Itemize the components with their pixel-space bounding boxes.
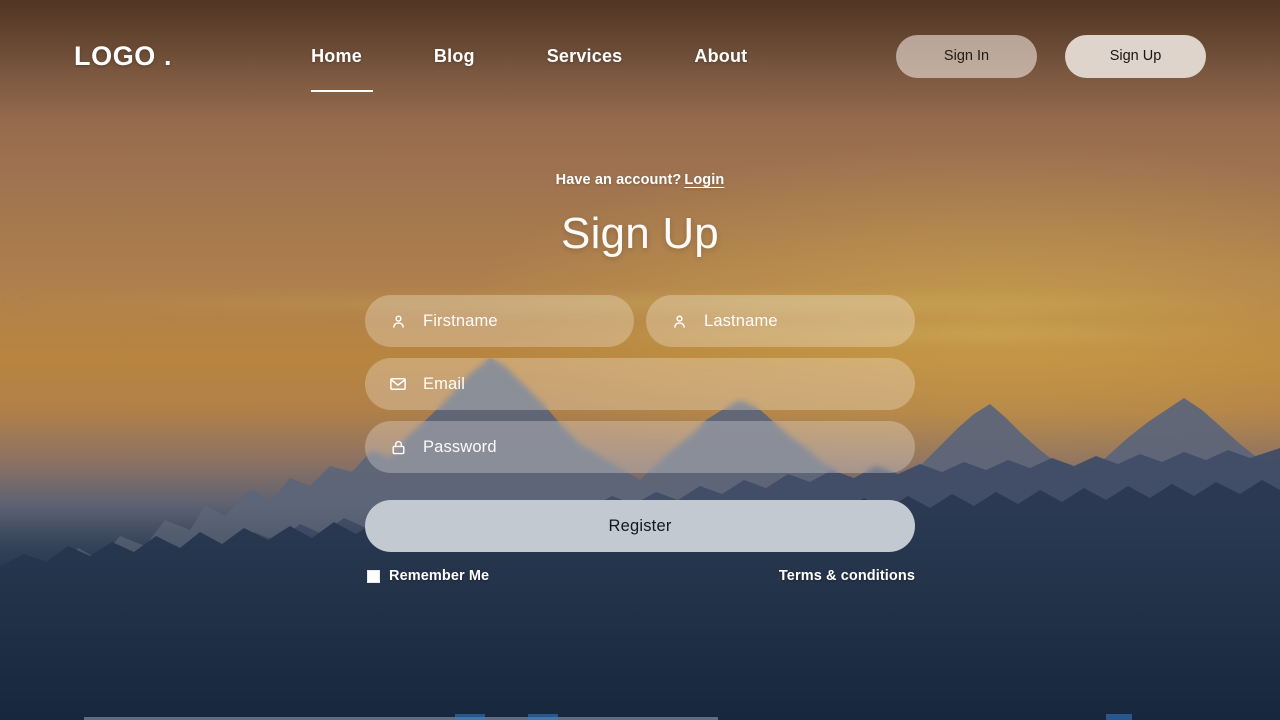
bottom-edge-chip xyxy=(455,714,485,720)
remember-me-control[interactable]: Remember Me xyxy=(367,568,489,584)
firstname-placeholder: Firstname xyxy=(423,311,498,330)
firstname-field[interactable]: Firstname xyxy=(365,295,634,347)
nav-item-about[interactable]: About xyxy=(658,46,783,67)
login-link[interactable]: Login xyxy=(684,172,724,188)
name-fields-row: Firstname Lastname xyxy=(365,295,915,347)
site-header: LOGO . Home Blog Services About Sign In … xyxy=(0,0,1280,112)
email-field[interactable]: Email xyxy=(365,358,915,410)
sign-in-button[interactable]: Sign In xyxy=(896,34,1037,78)
user-icon xyxy=(389,312,407,330)
logo[interactable]: LOGO . xyxy=(74,41,172,72)
lastname-placeholder: Lastname xyxy=(704,311,778,330)
lastname-field[interactable]: Lastname xyxy=(646,295,915,347)
sign-up-button[interactable]: Sign Up xyxy=(1065,34,1206,78)
remember-me-checkbox[interactable] xyxy=(367,569,380,583)
envelope-icon xyxy=(389,375,407,393)
have-account-row: Have an account? Login xyxy=(365,172,915,188)
nav-item-home[interactable]: Home xyxy=(275,46,398,92)
main-navigation: Home Blog Services About xyxy=(275,46,783,92)
remember-me-label: Remember Me xyxy=(389,568,490,584)
bottom-edge-chip xyxy=(528,714,558,720)
form-footer: Remember Me Terms & conditions xyxy=(365,568,915,584)
nav-item-blog[interactable]: Blog xyxy=(398,46,511,67)
user-icon xyxy=(670,312,688,330)
nav-item-services[interactable]: Services xyxy=(511,46,659,67)
lock-icon xyxy=(389,438,407,456)
bottom-edge-chip xyxy=(1106,714,1132,720)
register-button[interactable]: Register xyxy=(365,500,915,552)
password-field[interactable]: Password xyxy=(365,421,915,473)
have-account-text: Have an account? xyxy=(555,172,682,188)
auth-buttons: Sign In Sign Up xyxy=(896,34,1206,78)
email-placeholder: Email xyxy=(423,374,466,393)
password-placeholder: Password xyxy=(423,437,497,456)
page-title: Sign Up xyxy=(561,209,719,258)
signup-form: Have an account?Login Sign Up Firstname xyxy=(365,172,915,584)
terms-and-conditions-link[interactable]: Terms & conditions xyxy=(779,568,915,584)
signup-page: LOGO . Home Blog Services About Sign In … xyxy=(0,0,1280,720)
